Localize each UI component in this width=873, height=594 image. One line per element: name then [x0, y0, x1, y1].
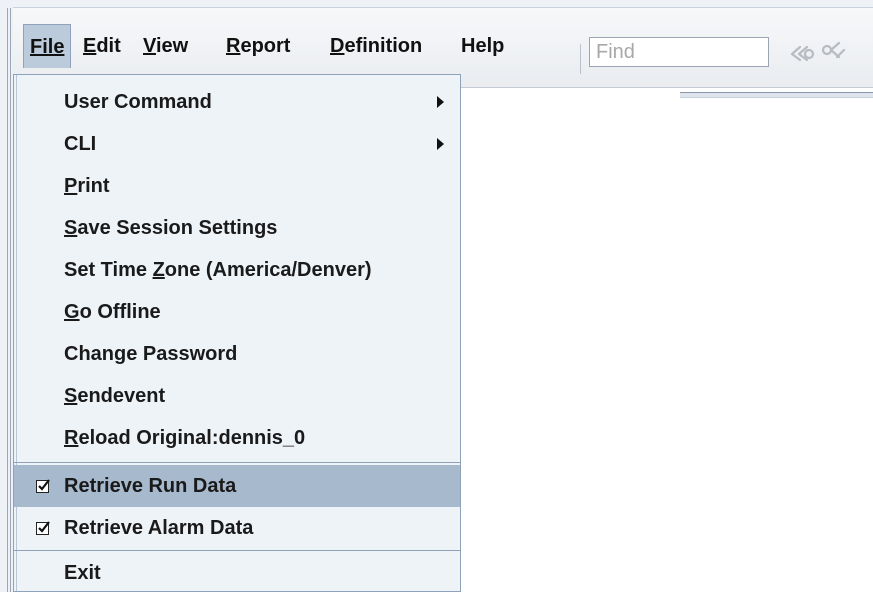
- find-input[interactable]: [589, 37, 769, 67]
- file-menu-popup: User Command CLI Print Save Session Sett…: [13, 74, 461, 592]
- menu-help[interactable]: Help: [455, 24, 510, 68]
- next-icon[interactable]: [819, 40, 849, 66]
- menu-item-go-offline[interactable]: Go Offline: [14, 291, 460, 333]
- menu-item-save-session-settings[interactable]: Save Session Settings: [14, 207, 460, 249]
- checkbox-checked-icon[interactable]: [36, 479, 50, 493]
- menu-item-retrieve-run-data[interactable]: Retrieve Run Data: [14, 465, 460, 507]
- window-top-edge: [0, 0, 873, 8]
- menu-item-reload-original[interactable]: Reload Original:dennis_0: [14, 417, 460, 459]
- menu-report[interactable]: Report: [220, 24, 296, 68]
- menu-item-exit[interactable]: Exit: [14, 552, 460, 594]
- submenu-arrow-icon: [437, 96, 444, 108]
- menu-item-cli[interactable]: CLI: [14, 123, 460, 165]
- menu-separator: [14, 462, 460, 463]
- toolbar-separator: [580, 44, 581, 74]
- menu-separator: [14, 550, 460, 551]
- menu-item-change-password[interactable]: Change Password: [14, 333, 460, 375]
- previous-icon[interactable]: [787, 40, 817, 66]
- menu-item-print[interactable]: Print: [14, 165, 460, 207]
- menu-item-set-time-zone[interactable]: Set Time Zone (America/Denver): [14, 249, 460, 291]
- content-header-strip: [680, 92, 873, 98]
- window-left-edge: [0, 0, 13, 592]
- menu-item-retrieve-alarm-data[interactable]: Retrieve Alarm Data: [14, 507, 460, 549]
- menu-edit[interactable]: Edit: [77, 24, 127, 68]
- menu-view[interactable]: View: [137, 24, 194, 68]
- menu-file[interactable]: File: [23, 24, 72, 68]
- submenu-arrow-icon: [437, 138, 444, 150]
- menu-item-user-command[interactable]: User Command: [14, 81, 460, 123]
- checkbox-checked-icon[interactable]: [36, 521, 50, 535]
- menu-definition[interactable]: Definition: [324, 24, 428, 68]
- menu-item-sendevent[interactable]: Sendevent: [14, 375, 460, 417]
